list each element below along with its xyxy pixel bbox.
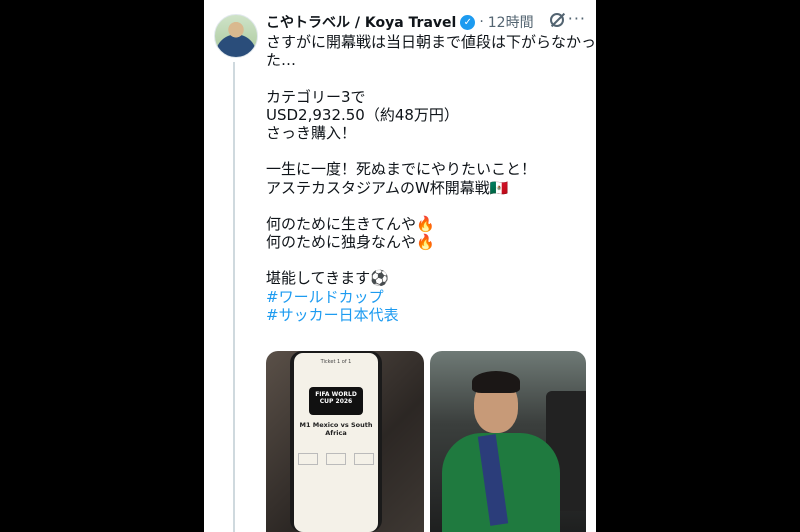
separator: · — [479, 14, 484, 30]
phone-image: Ticket 1 of 1 FIFA WORLD CUP 2026 M1 Mex… — [290, 351, 382, 532]
text-line: さすがに開幕戦は当日朝まで値段は下がらなかっ — [266, 33, 596, 51]
text-line: 何のために独身なんや🔥 — [266, 233, 435, 252]
text-line: USD2,932.50（約48万円） — [266, 105, 459, 124]
text-line — [266, 69, 584, 87]
hashtag-link[interactable]: #ワールドカップ — [266, 288, 584, 306]
ticket-field — [354, 453, 374, 465]
selfie-photo[interactable] — [430, 351, 586, 532]
hashtag-link[interactable]: #サッカー日本代表 — [266, 306, 584, 324]
ticket-details — [294, 453, 378, 465]
ticket-screen: Ticket 1 of 1 FIFA WORLD CUP 2026 M1 Mex… — [294, 353, 378, 532]
ticket-field — [326, 453, 346, 465]
text-line: カテゴリー3で — [266, 87, 366, 106]
ticket-match: M1 Mexico vs South Africa — [299, 421, 373, 437]
hair — [472, 371, 520, 393]
tweet-card: こやトラベル / Koya Travel ✓ · 12時間 ··· さすがに開幕… — [204, 0, 596, 532]
tweet-text: さすがに開幕戦は当日朝まで値段は下がらなかっ た… カテゴリー3で USD2,9… — [266, 33, 596, 324]
ticket-photo[interactable]: Ticket 1 of 1 FIFA WORLD CUP 2026 M1 Mex… — [266, 351, 424, 532]
verified-badge-icon: ✓ — [460, 14, 476, 30]
text-line: 堪能してきます⚽ — [266, 269, 389, 288]
ticket-field — [298, 453, 318, 465]
text-line: 何のために生きてんや🔥 — [266, 214, 435, 233]
fifa-logo: FIFA WORLD CUP 2026 — [309, 387, 363, 415]
tweet-header: こやトラベル / Koya Travel ✓ · 12時間 — [266, 12, 586, 32]
text-line: た… — [266, 51, 297, 70]
ticket-header: Ticket 1 of 1 — [320, 359, 352, 365]
grok-icon[interactable] — [550, 13, 564, 27]
more-options-icon[interactable]: ··· — [568, 9, 586, 28]
text-line — [266, 251, 584, 269]
avatar[interactable] — [214, 14, 258, 58]
text-line: さっき購入！ — [266, 123, 357, 142]
text-line: アステカスタジアムのW杯開幕戦🇲🇽 — [266, 178, 509, 197]
text-line: 一生に一度！死ぬまでにやりたいこと！ — [266, 160, 537, 179]
text-line — [266, 197, 584, 215]
text-line — [266, 142, 584, 160]
thread-line — [233, 62, 235, 532]
author-name[interactable]: こやトラベル / Koya Travel — [266, 12, 456, 32]
timestamp[interactable]: 12時間 — [488, 12, 534, 32]
